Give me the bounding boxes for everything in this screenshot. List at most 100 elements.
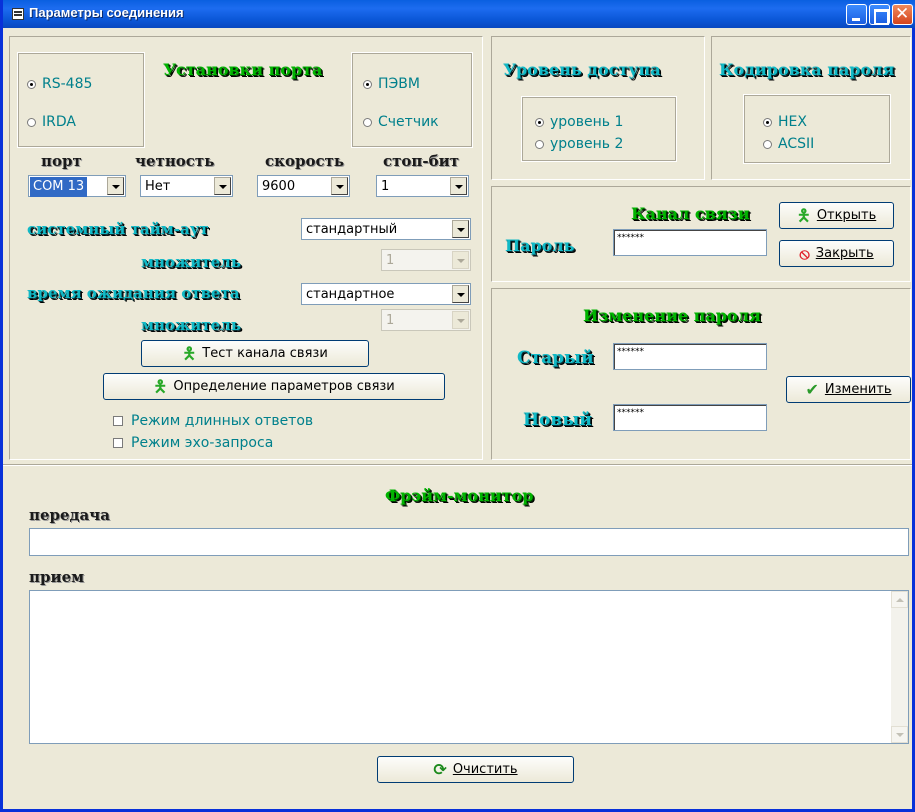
password-field[interactable]: ****** bbox=[613, 229, 767, 256]
open-button-label: Открыть bbox=[816, 208, 877, 223]
radio-level-2-label: уровень 2 bbox=[550, 136, 624, 152]
title-bar[interactable]: Параметры соединения ✕ bbox=[3, 0, 915, 28]
receive-area[interactable] bbox=[29, 590, 909, 744]
old-password-label: Старый bbox=[517, 348, 594, 368]
stopbits-label: стоп-бит bbox=[383, 152, 460, 170]
window-title: Параметры соединения bbox=[29, 5, 184, 20]
multiplier-select-1: 1 bbox=[381, 249, 471, 271]
checkbox-box bbox=[113, 438, 123, 448]
receive-scrollbar[interactable] bbox=[891, 591, 908, 743]
chevron-down-icon[interactable] bbox=[331, 177, 348, 195]
echo-mode-checkbox[interactable]: Режим эхо-запроса bbox=[113, 435, 273, 451]
transmit-label: передача bbox=[29, 506, 110, 524]
multiplier-value-1: 1 bbox=[386, 253, 395, 268]
running-man-icon: 🯅 bbox=[182, 343, 197, 363]
password-label: Пароль bbox=[505, 236, 575, 255]
radio-dot bbox=[535, 117, 544, 127]
radio-rs485[interactable]: RS-485 bbox=[27, 76, 92, 92]
maximize-button[interactable] bbox=[869, 4, 890, 25]
multiplier-label-1: множитель bbox=[141, 253, 241, 271]
interface-group bbox=[17, 52, 145, 148]
radio-pc[interactable]: ПЭВМ bbox=[363, 76, 420, 92]
radio-irda-label: IRDA bbox=[42, 114, 76, 130]
parity-select[interactable]: Нет bbox=[140, 175, 233, 197]
chevron-down-icon[interactable] bbox=[214, 177, 231, 195]
radio-dot bbox=[363, 79, 372, 89]
radio-dot bbox=[535, 139, 544, 149]
change-password-button-label: Изменить bbox=[824, 382, 892, 397]
multiplier-select-2: 1 bbox=[381, 309, 471, 331]
chevron-down-icon[interactable] bbox=[107, 177, 124, 195]
radio-hex[interactable]: HEX bbox=[763, 114, 807, 130]
clear-button[interactable]: ⟳ Очистить bbox=[377, 756, 574, 783]
stopbits-select-value: 1 bbox=[381, 179, 390, 194]
change-password-button[interactable]: ✔ Изменить bbox=[786, 376, 911, 403]
refresh-icon: ⟳ bbox=[433, 759, 447, 779]
test-channel-button[interactable]: 🯅 Тест канала связи bbox=[141, 340, 369, 367]
response-wait-label: время ожидания ответа bbox=[27, 284, 240, 302]
channel-heading: Канал связи bbox=[631, 204, 750, 223]
radio-level-1-label: уровень 1 bbox=[550, 114, 624, 130]
chevron-down-icon[interactable] bbox=[452, 285, 469, 303]
system-timeout-label: системный тайм-аут bbox=[27, 220, 209, 238]
checkmark-icon: ✔ bbox=[805, 379, 819, 399]
chevron-down-icon bbox=[452, 251, 469, 269]
new-password-label: Новый bbox=[523, 410, 592, 430]
checkbox-box bbox=[113, 416, 123, 426]
stopbits-select[interactable]: 1 bbox=[376, 175, 469, 197]
close-icon: ✕ bbox=[895, 4, 910, 24]
radio-acsii[interactable]: ACSII bbox=[763, 136, 814, 152]
close-button-label: Закрыть bbox=[815, 246, 874, 261]
close-window-button[interactable]: ✕ bbox=[892, 4, 913, 25]
receive-label: прием bbox=[29, 568, 85, 586]
chevron-down-icon bbox=[452, 311, 469, 329]
password-change-heading: Изменение пароля bbox=[583, 306, 761, 325]
system-timeout-value: стандартный bbox=[306, 222, 398, 237]
port-settings-heading: Установки порта bbox=[163, 60, 323, 79]
scroll-up-icon[interactable] bbox=[891, 591, 908, 608]
stop-icon: ⦸ bbox=[799, 243, 810, 263]
connection-parameters-window: Параметры соединения ✕ RS-485 IRDA Устан… bbox=[0, 0, 915, 812]
radio-meter-label: Счетчик bbox=[378, 114, 439, 130]
radio-level-1[interactable]: уровень 1 bbox=[535, 114, 623, 130]
radio-dot bbox=[27, 79, 36, 89]
test-channel-button-label: Тест канала связи bbox=[202, 346, 328, 361]
radio-irda[interactable]: IRDA bbox=[27, 114, 76, 130]
open-button[interactable]: 🯅 Открыть bbox=[779, 202, 894, 229]
detect-params-button[interactable]: 🯅 Определение параметров связи bbox=[103, 373, 445, 400]
window-menu-icon[interactable] bbox=[12, 8, 24, 20]
echo-mode-label: Режим эхо-запроса bbox=[131, 435, 274, 451]
password-encoding-heading: Кодировка пароля bbox=[719, 60, 895, 79]
radio-meter[interactable]: Счетчик bbox=[363, 114, 439, 130]
radio-acsii-label: ACSII bbox=[778, 136, 815, 152]
radio-level-2[interactable]: уровень 2 bbox=[535, 136, 623, 152]
multiplier-value-2: 1 bbox=[386, 313, 395, 328]
port-select-value: COM 13 bbox=[30, 177, 88, 197]
frame-monitor-heading: Фрэйм-монитор bbox=[385, 486, 534, 505]
long-answers-label: Режим длинных ответов bbox=[131, 413, 314, 429]
detect-params-button-label: Определение параметров связи bbox=[173, 379, 395, 394]
parity-label: четность bbox=[135, 152, 215, 170]
source-group bbox=[351, 52, 473, 148]
system-timeout-select[interactable]: стандартный bbox=[301, 218, 471, 240]
chevron-down-icon[interactable] bbox=[452, 220, 469, 238]
radio-dot bbox=[27, 117, 36, 127]
chevron-down-icon[interactable] bbox=[450, 177, 467, 195]
radio-dot bbox=[363, 117, 372, 127]
port-label: порт bbox=[41, 152, 82, 170]
transmit-field[interactable] bbox=[29, 528, 909, 556]
long-answers-checkbox[interactable]: Режим длинных ответов bbox=[113, 413, 313, 429]
minimize-button[interactable] bbox=[846, 4, 867, 25]
clear-button-label: Очистить bbox=[452, 762, 518, 777]
close-button[interactable]: ⦸ Закрыть bbox=[779, 240, 894, 267]
old-password-field[interactable]: ****** bbox=[613, 343, 767, 370]
running-man-icon: 🯅 bbox=[796, 205, 811, 225]
port-select[interactable]: COM 13 bbox=[28, 175, 126, 197]
running-man-icon: 🯅 bbox=[153, 376, 168, 396]
speed-select[interactable]: 9600 bbox=[257, 175, 350, 197]
radio-hex-label: HEX bbox=[778, 114, 807, 130]
new-password-field[interactable]: ****** bbox=[613, 404, 767, 431]
parity-select-value: Нет bbox=[145, 179, 171, 194]
response-wait-select[interactable]: стандартное bbox=[301, 283, 471, 305]
scroll-down-icon[interactable] bbox=[891, 726, 908, 743]
